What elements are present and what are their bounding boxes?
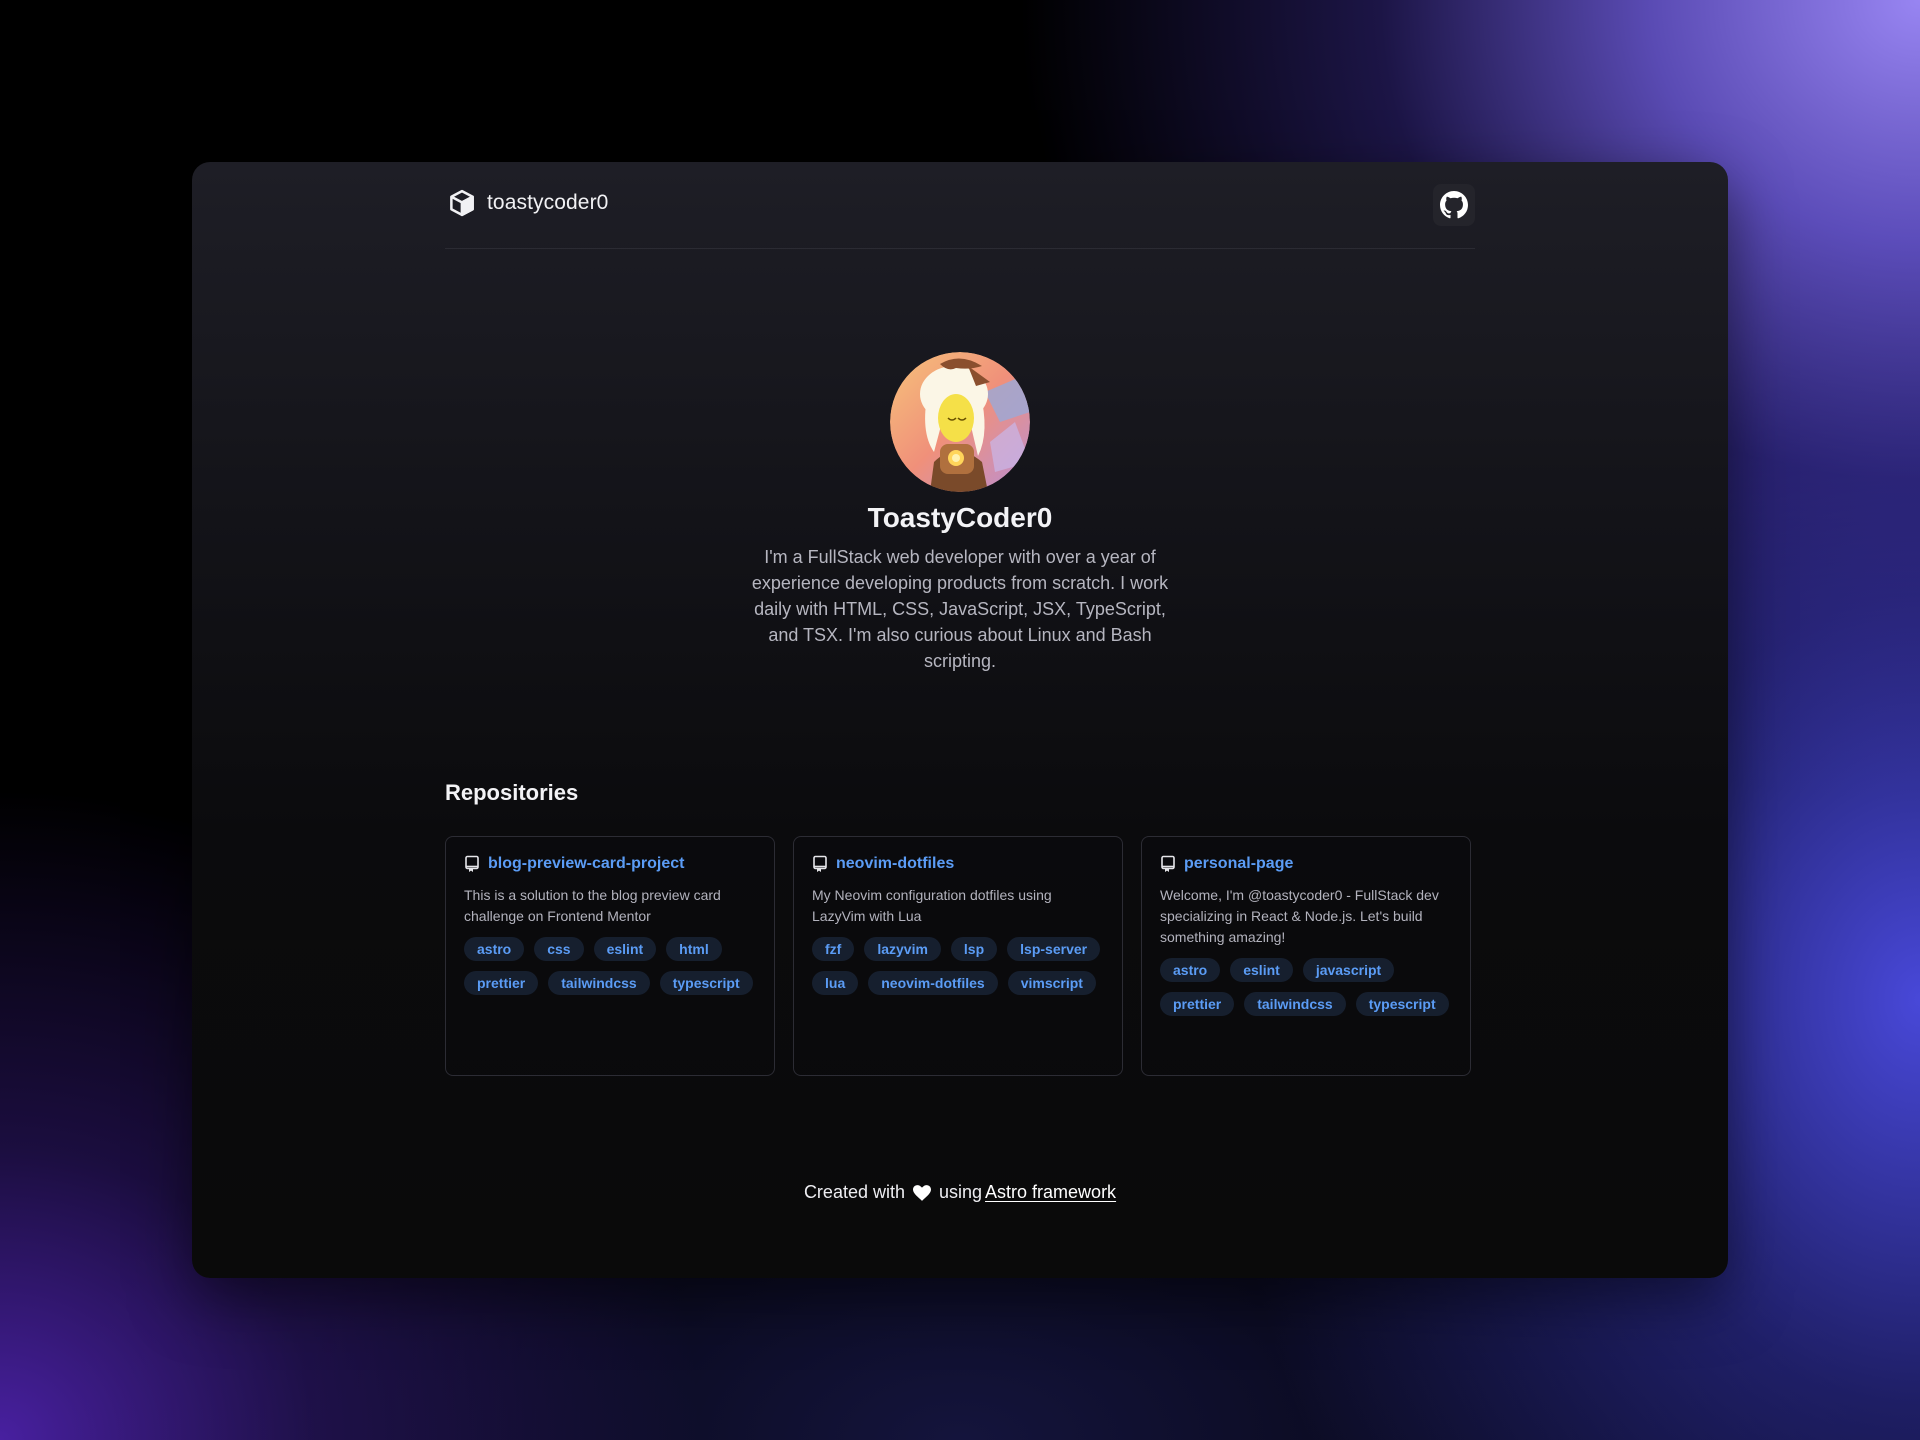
repo-tag[interactable]: css [534,937,584,961]
repo-tag[interactable]: lua [812,971,859,995]
brand-link[interactable]: toastycoder0 [447,188,608,218]
repo-tag[interactable]: typescript [1355,992,1449,1016]
repo-tag[interactable]: typescript [659,971,753,995]
repo-tag[interactable]: eslint [593,937,657,961]
repo-description: My Neovim configuration dotfiles using L… [812,887,1052,924]
brand-name: toastycoder0 [487,191,609,214]
github-icon [1440,191,1468,219]
footer-prefix: Created with [803,1182,905,1202]
repo-description: This is a solution to the blog preview c… [464,887,721,924]
repo-book-icon [465,855,479,872]
repo-tag[interactable]: html [666,937,722,961]
avatar [890,352,1030,492]
repo-tag[interactable]: neovim-dotfiles [868,971,998,995]
repo-tag[interactable]: prettier [1160,992,1235,1016]
cube-icon [450,189,474,217]
repositories-heading: Repositories [445,780,579,805]
repo-link[interactable]: personal-page [1184,855,1293,873]
repo-tag[interactable]: lazyvim [864,937,941,961]
repo-link[interactable]: neovim-dotfiles [836,855,954,873]
repo-book-icon [1161,855,1175,872]
repositories-grid: blog-preview-card-project This is a solu… [445,836,1471,1076]
repo-tag[interactable]: prettier [464,971,539,995]
repo-tag[interactable]: lsp [950,937,998,961]
repo-tag[interactable]: vimscript [1007,971,1096,995]
repo-link[interactable]: blog-preview-card-project [488,855,684,873]
repo-tag[interactable]: tailwindcss [1244,992,1346,1016]
profile-section: ToastyCoder0 I'm a FullStack web develop… [445,352,1475,674]
repo-book-icon [813,855,827,872]
repo-card: blog-preview-card-project This is a solu… [445,836,775,1076]
profile-name: ToastyCoder0 [867,502,1053,533]
github-button[interactable] [1433,184,1475,226]
repo-tag[interactable]: astro [464,937,525,961]
heart-icon [913,1184,931,1201]
repo-tags: astro eslint javascript prettier tailwin… [1160,958,1452,1016]
repo-tags: fzf lazyvim lsp lsp-server lua neovim-do… [812,937,1104,995]
repo-tags: astro css eslint html prettier tailwindc… [464,937,756,995]
site-footer: Created with using Astro framework [445,1182,1475,1203]
repo-tag[interactable]: lsp-server [1007,937,1101,961]
footer-middle: using [939,1182,983,1202]
profile-bio: I'm a FullStack web developer with over … [751,547,1169,671]
repo-card: neovim-dotfiles My Neovim configuration … [793,836,1123,1076]
repo-tag[interactable]: eslint [1230,958,1293,982]
astro-framework-link[interactable]: Astro framework [985,1182,1116,1203]
repo-tag[interactable]: javascript [1302,958,1395,982]
site-header: toastycoder0 [445,162,1475,249]
page-container: toastycoder0 ToastyCoder0 I'm a FullStac… [445,162,1475,1202]
repo-tag[interactable]: astro [1160,958,1221,982]
repo-tag[interactable]: tailwindcss [548,971,650,995]
repo-description: Welcome, I'm @toastycoder0 - FullStack d… [1160,887,1439,945]
browser-window: toastycoder0 ToastyCoder0 I'm a FullStac… [192,162,1728,1278]
repo-card: personal-page Welcome, I'm @toastycoder0… [1141,836,1471,1076]
repo-tag[interactable]: fzf [812,937,855,961]
